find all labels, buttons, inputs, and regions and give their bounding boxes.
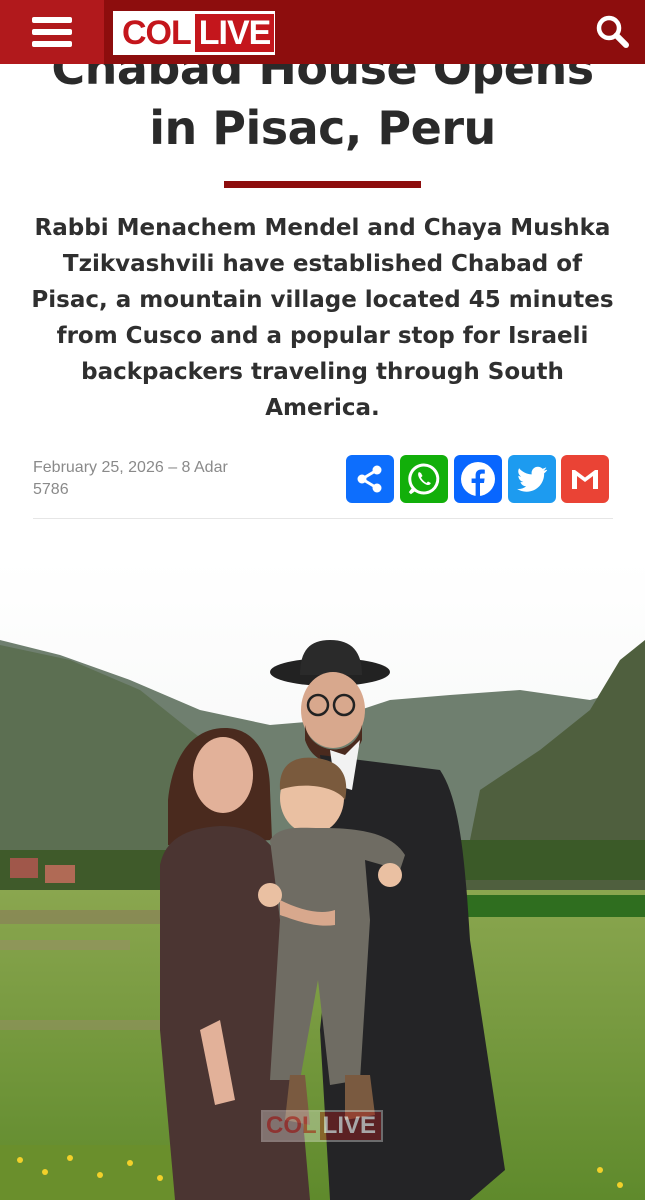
watermark-live-text: LIVE bbox=[319, 1112, 381, 1140]
article-title-line-2: in Pisac, Peru bbox=[149, 101, 496, 155]
twitter-share-button[interactable] bbox=[508, 455, 556, 503]
logo-live-text: LIVE bbox=[194, 14, 275, 52]
article-photo-image bbox=[0, 560, 645, 1200]
search-button[interactable] bbox=[595, 14, 631, 50]
menu-button[interactable] bbox=[0, 0, 104, 64]
twitter-icon bbox=[517, 466, 548, 492]
watermark-col-text: COL bbox=[263, 1112, 320, 1140]
facebook-share-button[interactable] bbox=[454, 455, 502, 503]
top-navigation-bar: COL LIVE bbox=[0, 0, 645, 64]
gmail-share-button[interactable] bbox=[561, 455, 609, 503]
search-icon bbox=[596, 15, 629, 48]
photo-watermark: COL LIVE bbox=[261, 1110, 383, 1142]
share-button[interactable] bbox=[346, 455, 394, 503]
title-underline bbox=[224, 181, 421, 188]
whatsapp-icon bbox=[408, 463, 440, 495]
article-photo bbox=[0, 560, 645, 1200]
article-lead: Rabbi Menachem Mendel and Chaya Mushka T… bbox=[31, 215, 614, 421]
site-logo[interactable]: COL LIVE bbox=[113, 11, 275, 55]
meta-divider bbox=[33, 518, 613, 519]
gmail-icon bbox=[572, 470, 598, 489]
article-date: February 25, 2026 – 8 Adar 5786 bbox=[33, 459, 228, 498]
logo-col-text: COL bbox=[116, 14, 195, 52]
whatsapp-share-button[interactable] bbox=[400, 455, 448, 503]
facebook-icon bbox=[461, 462, 495, 496]
share-icon bbox=[357, 465, 382, 493]
